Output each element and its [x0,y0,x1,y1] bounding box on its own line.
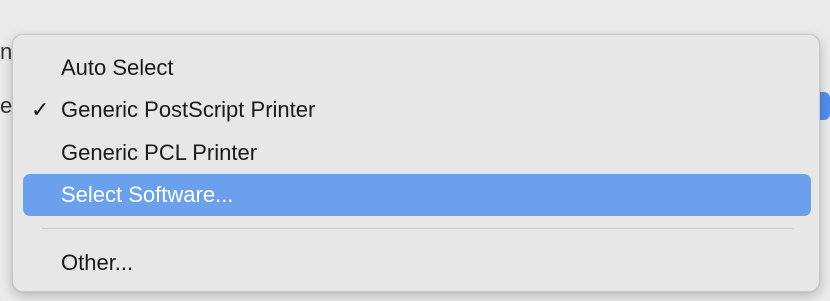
checkmark-icon: ✓ [31,97,50,122]
menu-item-label: Select Software... [61,182,234,207]
menu-item-auto-select[interactable]: Auto Select [23,47,811,89]
background-label-fragment: n [0,39,13,64]
menu-item-label: Generic PCL Printer [61,140,258,165]
background-label-fragment: e [0,93,13,118]
menu-item-label: Other... [61,250,134,275]
menu-item-select-software[interactable]: Select Software... [23,174,811,216]
menu-item-label: Generic PostScript Printer [61,97,316,122]
menu-item-generic-pcl-printer[interactable]: Generic PCL Printer [23,132,811,174]
menu-separator [42,228,794,229]
menu-item-label: Auto Select [61,55,174,80]
driver-popup-menu: Auto Select ✓ Generic PostScript Printer… [12,34,820,292]
menu-item-other[interactable]: Other... [23,242,811,284]
menu-item-generic-postscript-printer[interactable]: ✓ Generic PostScript Printer [23,89,811,131]
